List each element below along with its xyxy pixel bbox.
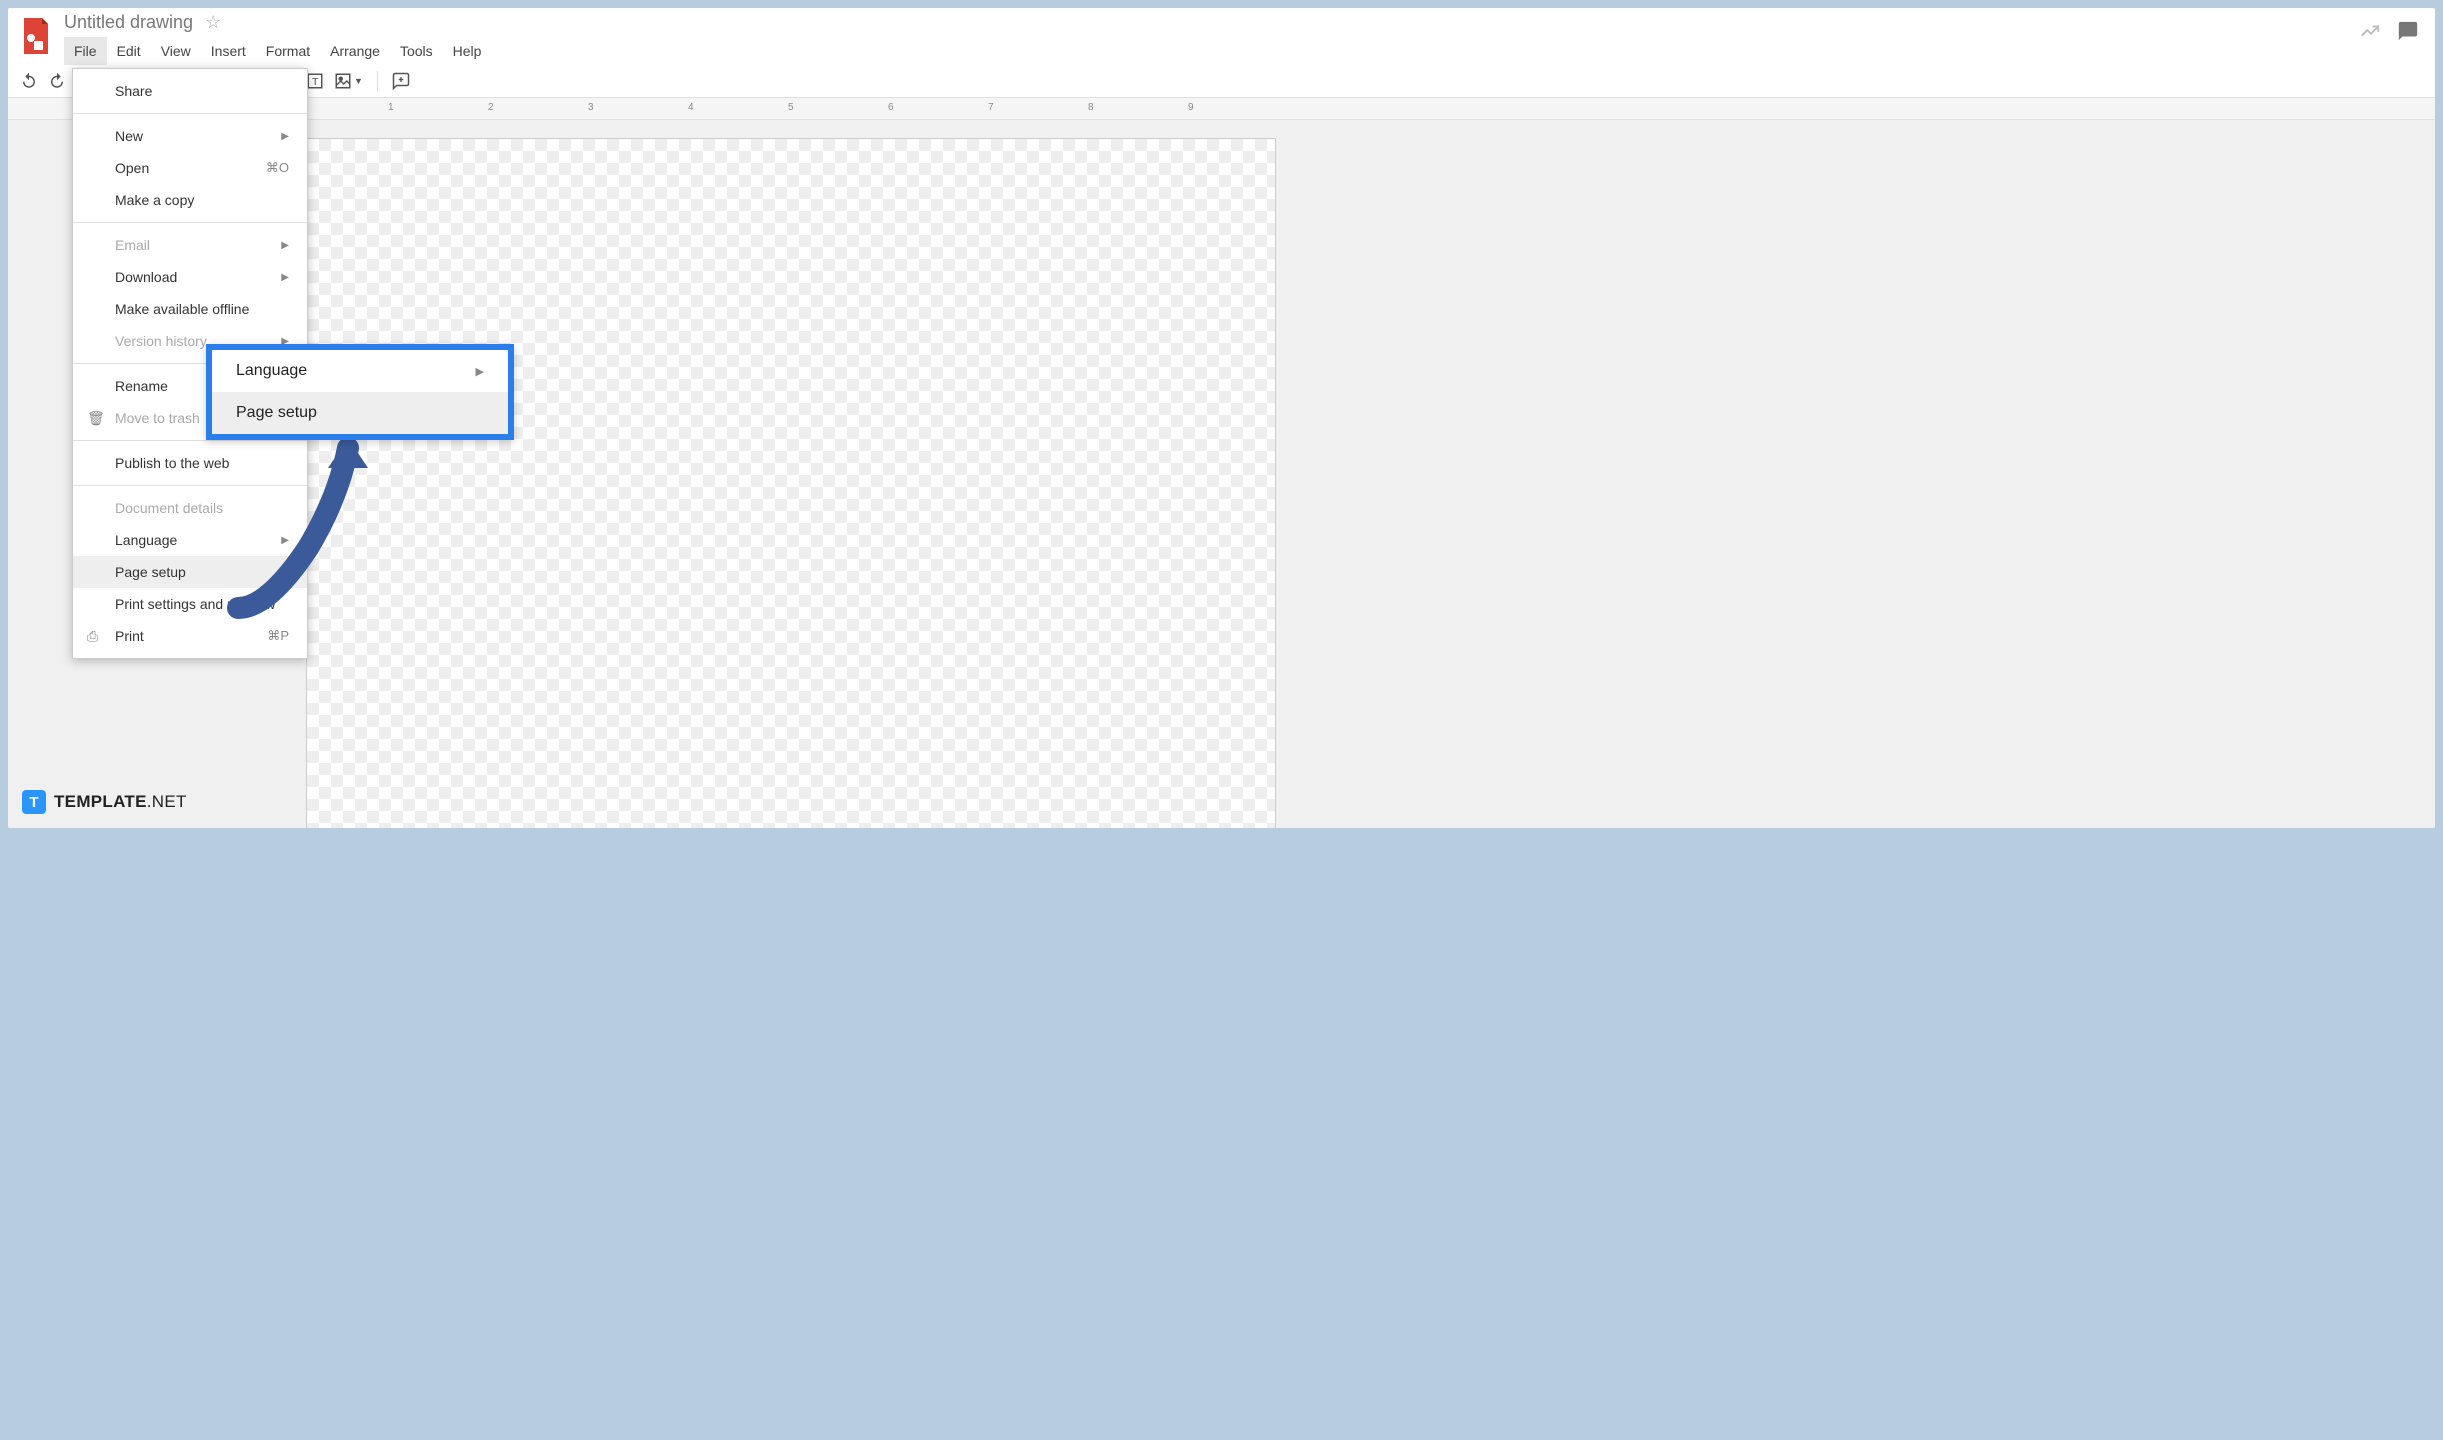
watermark-logo-icon: T: [22, 790, 46, 814]
submenu-arrow-icon: ▶: [476, 365, 484, 378]
submenu-arrow-icon: ▶: [281, 240, 289, 251]
watermark: T TEMPLATE.NET: [22, 790, 187, 814]
svg-text:T: T: [312, 76, 319, 88]
menu-print-settings[interactable]: Print settings and preview: [73, 588, 307, 620]
menu-file[interactable]: File: [64, 37, 107, 65]
ruler-tick: 8: [1088, 102, 1094, 113]
submenu-arrow-icon: ▶: [281, 272, 289, 283]
submenu-arrow-icon: ▶: [281, 535, 289, 546]
menu-make-offline[interactable]: Make available offline: [73, 293, 307, 325]
menu-format[interactable]: Format: [256, 37, 320, 65]
menu-share[interactable]: Share: [73, 75, 307, 107]
menu-separator: [73, 485, 307, 486]
app-window: Untitled drawing ☆ File Edit View Insert…: [8, 8, 2435, 828]
menu-arrange[interactable]: Arrange: [320, 37, 390, 65]
ruler-tick: 7: [988, 102, 994, 113]
ruler: 1 2 3 4 5 6 7 8 9: [8, 98, 2435, 120]
menu-insert[interactable]: Insert: [201, 37, 256, 65]
menu-view[interactable]: View: [151, 37, 201, 65]
ruler-tick: 5: [788, 102, 794, 113]
watermark-text: TEMPLATE.NET: [54, 792, 187, 812]
star-icon[interactable]: ☆: [205, 12, 221, 33]
document-title[interactable]: Untitled drawing: [64, 12, 193, 33]
drawing-canvas[interactable]: [306, 138, 1276, 828]
menu-new[interactable]: New▶: [73, 120, 307, 152]
header-right: [2359, 12, 2427, 47]
submenu-arrow-icon: ▶: [281, 131, 289, 142]
comment-icon[interactable]: [2397, 20, 2419, 47]
horizontal-ruler: 1 2 3 4 5 6 7 8 9: [288, 98, 2435, 119]
menu-page-setup[interactable]: Page setup: [73, 556, 307, 588]
app-logo-icon: [16, 16, 56, 56]
menu-separator: [73, 113, 307, 114]
menu-make-copy[interactable]: Make a copy: [73, 184, 307, 216]
menu-edit[interactable]: Edit: [107, 37, 151, 65]
work-area: [8, 120, 2435, 828]
menu-print[interactable]: ⎙Print⌘P: [73, 620, 307, 652]
ruler-tick: 3: [588, 102, 594, 113]
undo-icon[interactable]: [20, 72, 38, 90]
ruler-tick: 9: [1188, 102, 1194, 113]
redo-icon[interactable]: [48, 72, 66, 90]
menubar: File Edit View Insert Format Arrange Too…: [64, 37, 2359, 65]
ruler-tick: 6: [888, 102, 894, 113]
toolbar: T ▼: [8, 65, 2435, 98]
menu-download[interactable]: Download▶: [73, 261, 307, 293]
menu-help[interactable]: Help: [443, 37, 492, 65]
shortcut-label: ⌘O: [266, 160, 289, 176]
canvas-container: [286, 120, 2435, 828]
shortcut-label: ⌘P: [267, 628, 289, 644]
menu-tools[interactable]: Tools: [390, 37, 443, 65]
print-icon: ⎙: [87, 628, 98, 645]
callout-page-setup[interactable]: Page setup: [212, 392, 508, 434]
textbox-icon[interactable]: T: [306, 72, 324, 90]
ruler-tick: 2: [488, 102, 494, 113]
trash-icon: 🗑: [87, 410, 105, 427]
image-icon[interactable]: ▼: [334, 72, 363, 90]
chevron-down-icon: ▼: [354, 76, 363, 86]
ruler-tick: 1: [388, 102, 394, 113]
activity-icon[interactable]: [2359, 20, 2381, 47]
comment-add-icon[interactable]: [392, 72, 410, 90]
menu-separator: [73, 440, 307, 441]
menu-separator: [73, 222, 307, 223]
menu-language[interactable]: Language▶: [73, 524, 307, 556]
menu-open[interactable]: Open⌘O: [73, 152, 307, 184]
header: Untitled drawing ☆ File Edit View Insert…: [8, 8, 2435, 65]
menu-doc-details[interactable]: Document details: [73, 492, 307, 524]
title-area: Untitled drawing ☆ File Edit View Insert…: [64, 12, 2359, 65]
menu-email[interactable]: Email▶: [73, 229, 307, 261]
menu-publish[interactable]: Publish to the web: [73, 447, 307, 479]
highlight-callout: Language ▶ Page setup: [206, 344, 514, 440]
ruler-tick: 4: [688, 102, 694, 113]
toolbar-separator: [377, 71, 378, 91]
callout-language[interactable]: Language ▶: [212, 350, 508, 392]
